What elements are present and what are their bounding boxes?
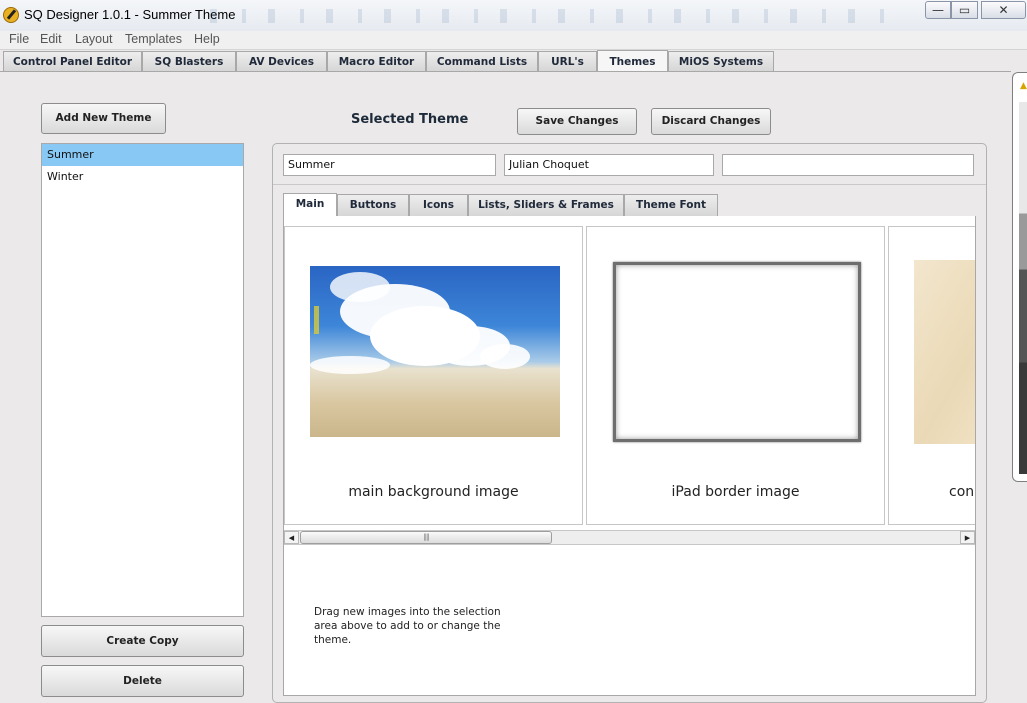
- scroll-right-icon[interactable]: ▶: [960, 531, 975, 544]
- scroll-left-icon[interactable]: ◀: [284, 531, 299, 544]
- theme-item-summer[interactable]: Summer: [42, 144, 243, 166]
- subtab-icons[interactable]: Icons: [409, 194, 468, 216]
- title-bar-toolbar-ghost: [210, 9, 900, 23]
- drag-hint-text: Drag new images into the selection area …: [314, 606, 501, 646]
- tab-bar-divider: [0, 71, 1011, 72]
- ipad-border-card[interactable]: iPad border image: [586, 226, 885, 525]
- ipad-border-image[interactable]: [613, 262, 861, 442]
- menu-bar: File Edit Layout Templates Help: [0, 31, 1027, 50]
- theme-item-winter[interactable]: Winter: [42, 166, 243, 188]
- parchment-image[interactable]: [914, 260, 975, 444]
- image-selection-strip[interactable]: main background image iPad border image …: [284, 226, 975, 526]
- tab-sq-blasters[interactable]: SQ Blasters: [142, 51, 236, 71]
- author-field[interactable]: Julian Choquet: [504, 154, 714, 176]
- menu-file[interactable]: File: [9, 32, 29, 46]
- main-tab-bar: Control Panel Editor SQ Blasters AV Devi…: [0, 50, 1027, 72]
- theme-name-field[interactable]: Summer: [283, 154, 496, 176]
- menu-templates[interactable]: Templates: [125, 32, 182, 46]
- title-bar: SQ Designer 1.0.1 - Summer Theme — ▭ ✕: [0, 0, 1027, 31]
- subtab-theme-font[interactable]: Theme Font: [624, 194, 718, 216]
- scroll-thumb[interactable]: ||||: [300, 531, 552, 544]
- menu-help[interactable]: Help: [194, 32, 220, 46]
- close-button[interactable]: ✕: [981, 1, 1026, 19]
- main-background-label: main background image: [348, 484, 519, 500]
- tab-command-lists[interactable]: Command Lists: [426, 51, 538, 71]
- third-image-label: con: [949, 484, 975, 500]
- warning-icon: ▲: [1020, 81, 1027, 91]
- window-title: SQ Designer 1.0.1 - Summer Theme: [24, 7, 236, 22]
- tab-themes[interactable]: Themes: [597, 50, 668, 72]
- ipad-border-label: iPad border image: [671, 484, 800, 500]
- main-background-image[interactable]: [310, 266, 560, 437]
- panel-divider: [273, 184, 986, 185]
- tab-macro-editor[interactable]: Macro Editor: [327, 51, 426, 71]
- tab-control-panel-editor[interactable]: Control Panel Editor: [3, 51, 142, 71]
- theme-extra-field[interactable]: [722, 154, 974, 176]
- minimize-button[interactable]: —: [925, 1, 951, 19]
- background-window-content: [1019, 102, 1027, 474]
- maximize-button[interactable]: ▭: [951, 1, 978, 19]
- tab-mios-systems[interactable]: MiOS Systems: [668, 51, 774, 71]
- selected-theme-heading: Selected Theme: [351, 112, 469, 127]
- tab-av-devices[interactable]: AV Devices: [236, 51, 327, 71]
- add-new-theme-button[interactable]: Add New Theme: [41, 103, 166, 134]
- subtab-buttons[interactable]: Buttons: [337, 194, 409, 216]
- menu-layout[interactable]: Layout: [75, 32, 113, 46]
- menu-edit[interactable]: Edit: [40, 32, 62, 46]
- main-background-card[interactable]: main background image: [284, 226, 583, 525]
- theme-list[interactable]: Summer Winter: [41, 143, 244, 617]
- save-changes-button[interactable]: Save Changes: [517, 108, 637, 135]
- create-copy-button[interactable]: Create Copy: [41, 625, 244, 657]
- theme-content-area: main background image iPad border image …: [283, 216, 976, 696]
- third-image-card[interactable]: con: [888, 226, 975, 525]
- delete-button[interactable]: Delete: [41, 665, 244, 697]
- subtab-main[interactable]: Main: [283, 193, 337, 217]
- pencil-app-icon: [3, 7, 19, 23]
- subtab-lists-sliders-frames[interactable]: Lists, Sliders & Frames: [468, 194, 624, 216]
- tab-urls[interactable]: URL's: [538, 51, 597, 71]
- horizontal-scrollbar[interactable]: ◀ |||| ▶: [284, 530, 975, 545]
- discard-changes-button[interactable]: Discard Changes: [651, 108, 771, 135]
